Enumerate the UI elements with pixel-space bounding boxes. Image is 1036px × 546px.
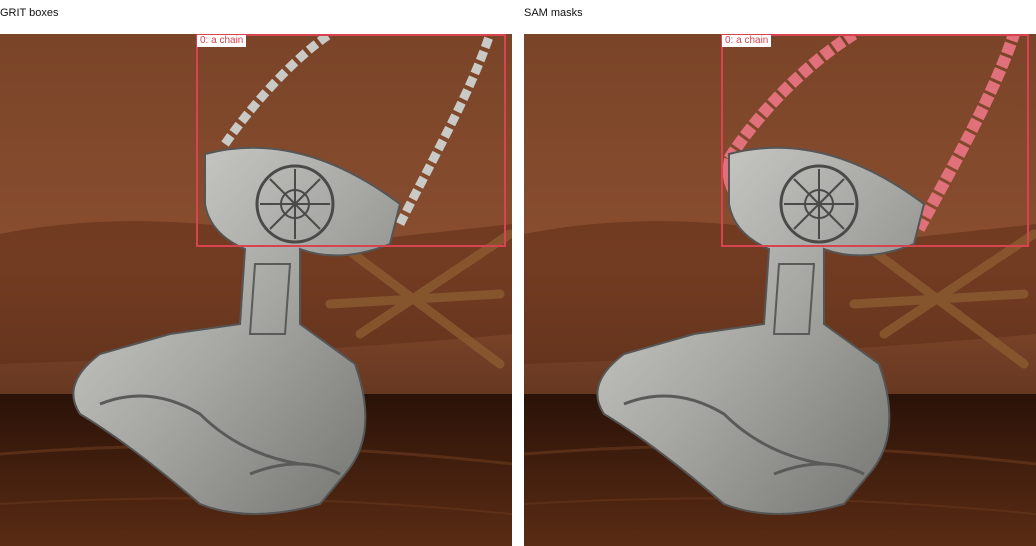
panel-title-grit: GRIT boxes (0, 7, 59, 19)
panel-title-sam: SAM masks (524, 7, 583, 19)
grit-image: 0: a chain (0, 34, 512, 546)
grit-panel: GRIT boxes 0: a chain (0, 0, 512, 546)
chain-mask-label: 0: a chain (722, 35, 772, 47)
sam-image: 0: a chain (524, 34, 1036, 546)
chain-box-label: 0: a chain (197, 35, 247, 47)
chain-bounding-box: 0: a chain (196, 34, 506, 247)
sam-panel: SAM masks 0: a chain (524, 0, 1036, 546)
chain-mask-bounding-box: 0: a chain (721, 34, 1029, 247)
